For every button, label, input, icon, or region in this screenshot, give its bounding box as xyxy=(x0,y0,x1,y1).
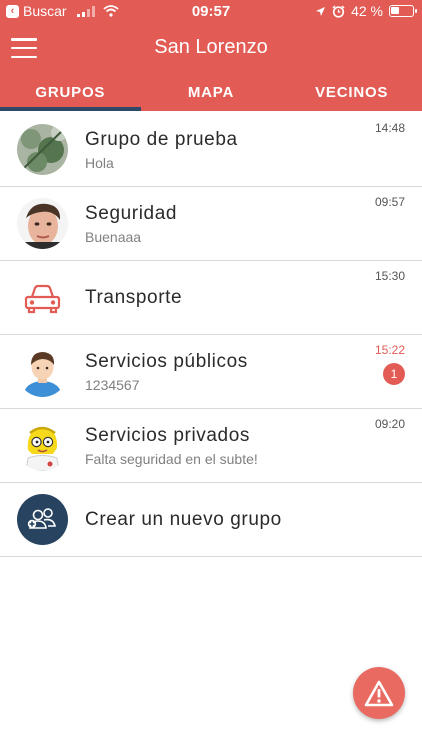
location-arrow-icon xyxy=(316,6,326,16)
tab-mapa[interactable]: MAPA xyxy=(141,72,282,111)
group-title: Grupo de prueba xyxy=(85,129,238,150)
group-avatar-foliage xyxy=(17,124,68,175)
group-last-message: Falta seguridad en el subte! xyxy=(85,451,258,467)
create-group-label: Crear un nuevo grupo xyxy=(85,509,282,530)
cartoon-avatar xyxy=(17,420,68,471)
status-right-group: 42 % xyxy=(315,3,417,19)
person-icon xyxy=(17,346,68,397)
group-avatar-face xyxy=(17,198,68,249)
tab-bar: GRUPOS MAPA VECINOS xyxy=(0,72,422,111)
group-row-transporte[interactable]: Transporte 15:30 xyxy=(0,261,422,335)
group-last-message: Buenaaa xyxy=(85,229,142,245)
create-group-row[interactable]: Crear un nuevo grupo xyxy=(0,483,422,557)
group-title: Transporte xyxy=(85,287,183,308)
page-title: San Lorenzo xyxy=(154,36,268,58)
unread-count-badge: 1 xyxy=(383,363,405,385)
group-title: Servicios públicos xyxy=(85,351,248,372)
battery-percent: 42 % xyxy=(351,3,383,19)
battery-icon xyxy=(389,5,417,17)
alert-fab-button[interactable] xyxy=(353,667,405,719)
group-row-grupo-de-prueba[interactable]: Grupo de prueba Hola 14:48 xyxy=(0,113,422,187)
group-time: 09:20 xyxy=(374,417,405,431)
group-row-seguridad[interactable]: Seguridad Buenaaa 09:57 xyxy=(0,187,422,261)
tab-grupos[interactable]: GRUPOS xyxy=(0,72,141,111)
status-bar: ‹ Buscar 09:57 42 % xyxy=(0,0,422,24)
group-title: Seguridad xyxy=(85,203,178,224)
car-icon xyxy=(17,272,68,323)
group-list: Grupo de prueba Hola 14:48 Seguridad Bue… xyxy=(0,113,422,557)
group-title: Servicios privados xyxy=(85,425,250,446)
group-time: 15:30 xyxy=(374,269,405,283)
group-time: 14:48 xyxy=(374,121,405,135)
app-header: ‹ Buscar 09:57 42 % San Lorenzo GRUPOS M… xyxy=(0,0,422,111)
tab-vecinos[interactable]: VECINOS xyxy=(281,72,422,111)
group-last-message: Hola xyxy=(85,155,114,171)
alert-warning-icon xyxy=(364,680,394,706)
group-row-servicios-publicos[interactable]: Servicios públicos 1234567 15:22 1 xyxy=(0,335,422,409)
group-time: 15:22 xyxy=(374,343,405,357)
nav-bar: San Lorenzo xyxy=(0,24,422,72)
battery-level-fill xyxy=(391,7,399,14)
group-time: 09:57 xyxy=(374,195,405,209)
group-last-message: 1234567 xyxy=(85,377,140,393)
add-group-icon xyxy=(17,494,68,545)
group-row-servicios-privados[interactable]: Servicios privados Falta seguridad en el… xyxy=(0,409,422,483)
alarm-clock-icon xyxy=(332,4,345,18)
